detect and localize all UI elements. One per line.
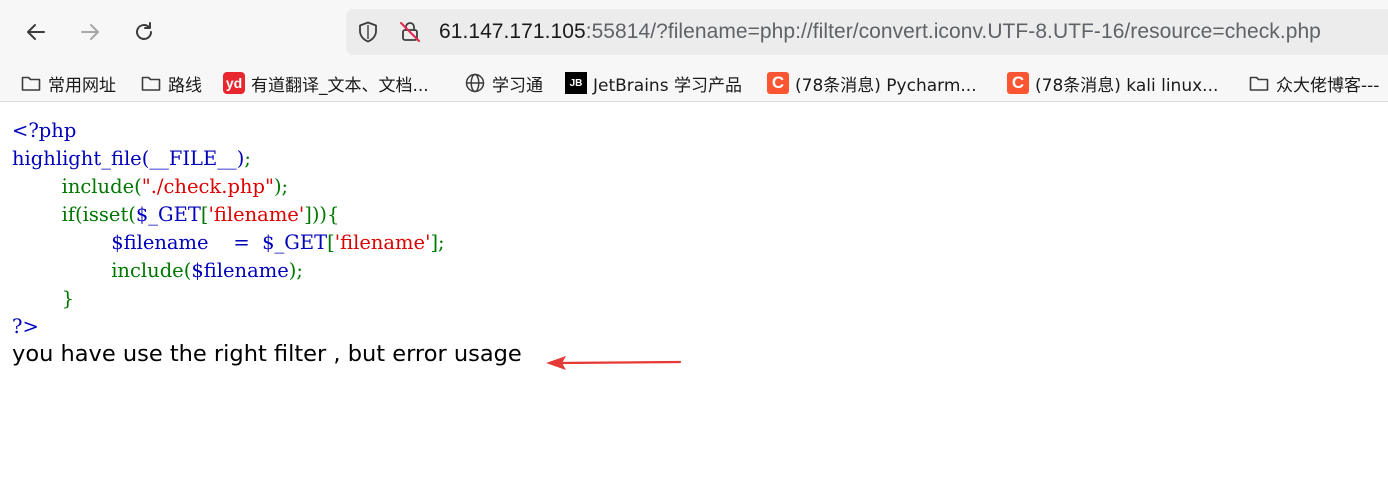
bookmark-label: 路线 xyxy=(168,75,202,96)
code-token: include( xyxy=(61,175,142,198)
code-line: include($filename); xyxy=(12,257,445,285)
code-token: ; xyxy=(244,147,251,170)
code-token: ]; xyxy=(430,231,445,254)
reload-icon xyxy=(136,22,152,40)
code-token: "./check.php" xyxy=(141,175,274,198)
bookmark-folder-blogs[interactable]: 众大佬博客--- xyxy=(1248,69,1379,97)
code-token: ); xyxy=(288,259,303,282)
url-host: 61.147.171.105 xyxy=(439,20,586,43)
insecure-lock-icon[interactable] xyxy=(398,20,422,44)
bookmarks-bar: 常用网址 路线 yd 有道翻译_文本、文档... 学习通 JB JetBrain… xyxy=(0,64,1388,102)
jetbrains-icon: JB xyxy=(565,72,587,94)
csdn-icon: C xyxy=(1007,72,1029,94)
bookmark-label: 常用网址 xyxy=(48,75,116,96)
code-line: if(isset($_GET['filename'])){ xyxy=(12,201,445,229)
folder-icon xyxy=(140,72,162,94)
code-token: $_GET xyxy=(135,203,201,226)
code-token: ); xyxy=(273,175,289,198)
code-line: include("./check.php"); xyxy=(12,173,445,201)
bookmark-label: 学习通 xyxy=(492,75,543,96)
back-button[interactable] xyxy=(18,14,54,50)
globe-icon xyxy=(464,72,486,94)
url-text[interactable]: 61.147.171.105:55814/?filename=php://fil… xyxy=(439,20,1321,44)
code-token: $filename = $_GET xyxy=(111,231,328,254)
code-line: ?> xyxy=(12,313,445,341)
bookmark-jetbrains[interactable]: JB JetBrains 学习产品 xyxy=(565,69,742,97)
code-line: } xyxy=(12,285,445,313)
bookmark-label: 众大佬博客--- xyxy=(1276,75,1380,96)
bookmark-youdao[interactable]: yd 有道翻译_文本、文档... xyxy=(223,69,429,97)
address-bar[interactable]: 61.147.171.105:55814/?filename=php://fil… xyxy=(346,9,1388,55)
bookmark-label: JetBrains 学习产品 xyxy=(593,75,742,96)
bookmark-label: (78条消息) kali linux... xyxy=(1035,75,1219,96)
folder-icon xyxy=(20,72,42,94)
code-line: <?php xyxy=(12,117,445,145)
arrow-right-icon xyxy=(81,24,99,40)
bookmark-csdn-pycharm[interactable]: C (78条消息) Pycharm... xyxy=(767,69,977,97)
code-token: $filename xyxy=(191,259,289,282)
code-token: if(isset( xyxy=(61,203,136,226)
code-token: [ xyxy=(327,231,335,254)
bookmark-xuexitong[interactable]: 学习通 xyxy=(464,69,543,97)
code-line: highlight_file(__FILE__); xyxy=(12,145,445,173)
code-token: ])){ xyxy=(304,203,340,226)
shield-icon[interactable] xyxy=(356,20,380,44)
output-message: you have use the right filter , but erro… xyxy=(12,341,522,367)
bookmark-label: (78条消息) Pycharm... xyxy=(795,75,977,96)
code-line: $filename = $_GET['filename']; xyxy=(12,229,445,257)
php-open-tag: <?php xyxy=(12,119,77,142)
code-token: 'filename' xyxy=(334,231,431,254)
csdn-icon: C xyxy=(767,72,789,94)
forward-button[interactable] xyxy=(72,14,108,50)
folder-icon xyxy=(1248,72,1270,94)
code-token: } xyxy=(61,287,75,310)
reload-button[interactable] xyxy=(126,14,162,50)
php-source-code: <?php highlight_file(__FILE__); include("… xyxy=(12,117,445,341)
youdao-icon: yd xyxy=(223,72,245,94)
code-token: highlight_file(__FILE__) xyxy=(12,147,245,170)
bookmark-csdn-kali[interactable]: C (78条消息) kali linux... xyxy=(1007,69,1218,97)
browser-toolbar: 61.147.171.105:55814/?filename=php://fil… xyxy=(0,0,1388,64)
red-arrow-annotation xyxy=(546,356,682,370)
bookmark-folder-common[interactable]: 常用网址 xyxy=(20,69,116,97)
url-path: :55814/?filename=php://filter/convert.ic… xyxy=(585,20,1321,43)
code-token: include( xyxy=(111,259,192,282)
arrow-left-icon xyxy=(27,24,45,40)
php-close-tag: ?> xyxy=(12,315,39,338)
bookmark-folder-route[interactable]: 路线 xyxy=(140,69,202,97)
code-token: 'filename' xyxy=(208,203,305,226)
bookmark-label: 有道翻译_文本、文档... xyxy=(251,75,429,96)
